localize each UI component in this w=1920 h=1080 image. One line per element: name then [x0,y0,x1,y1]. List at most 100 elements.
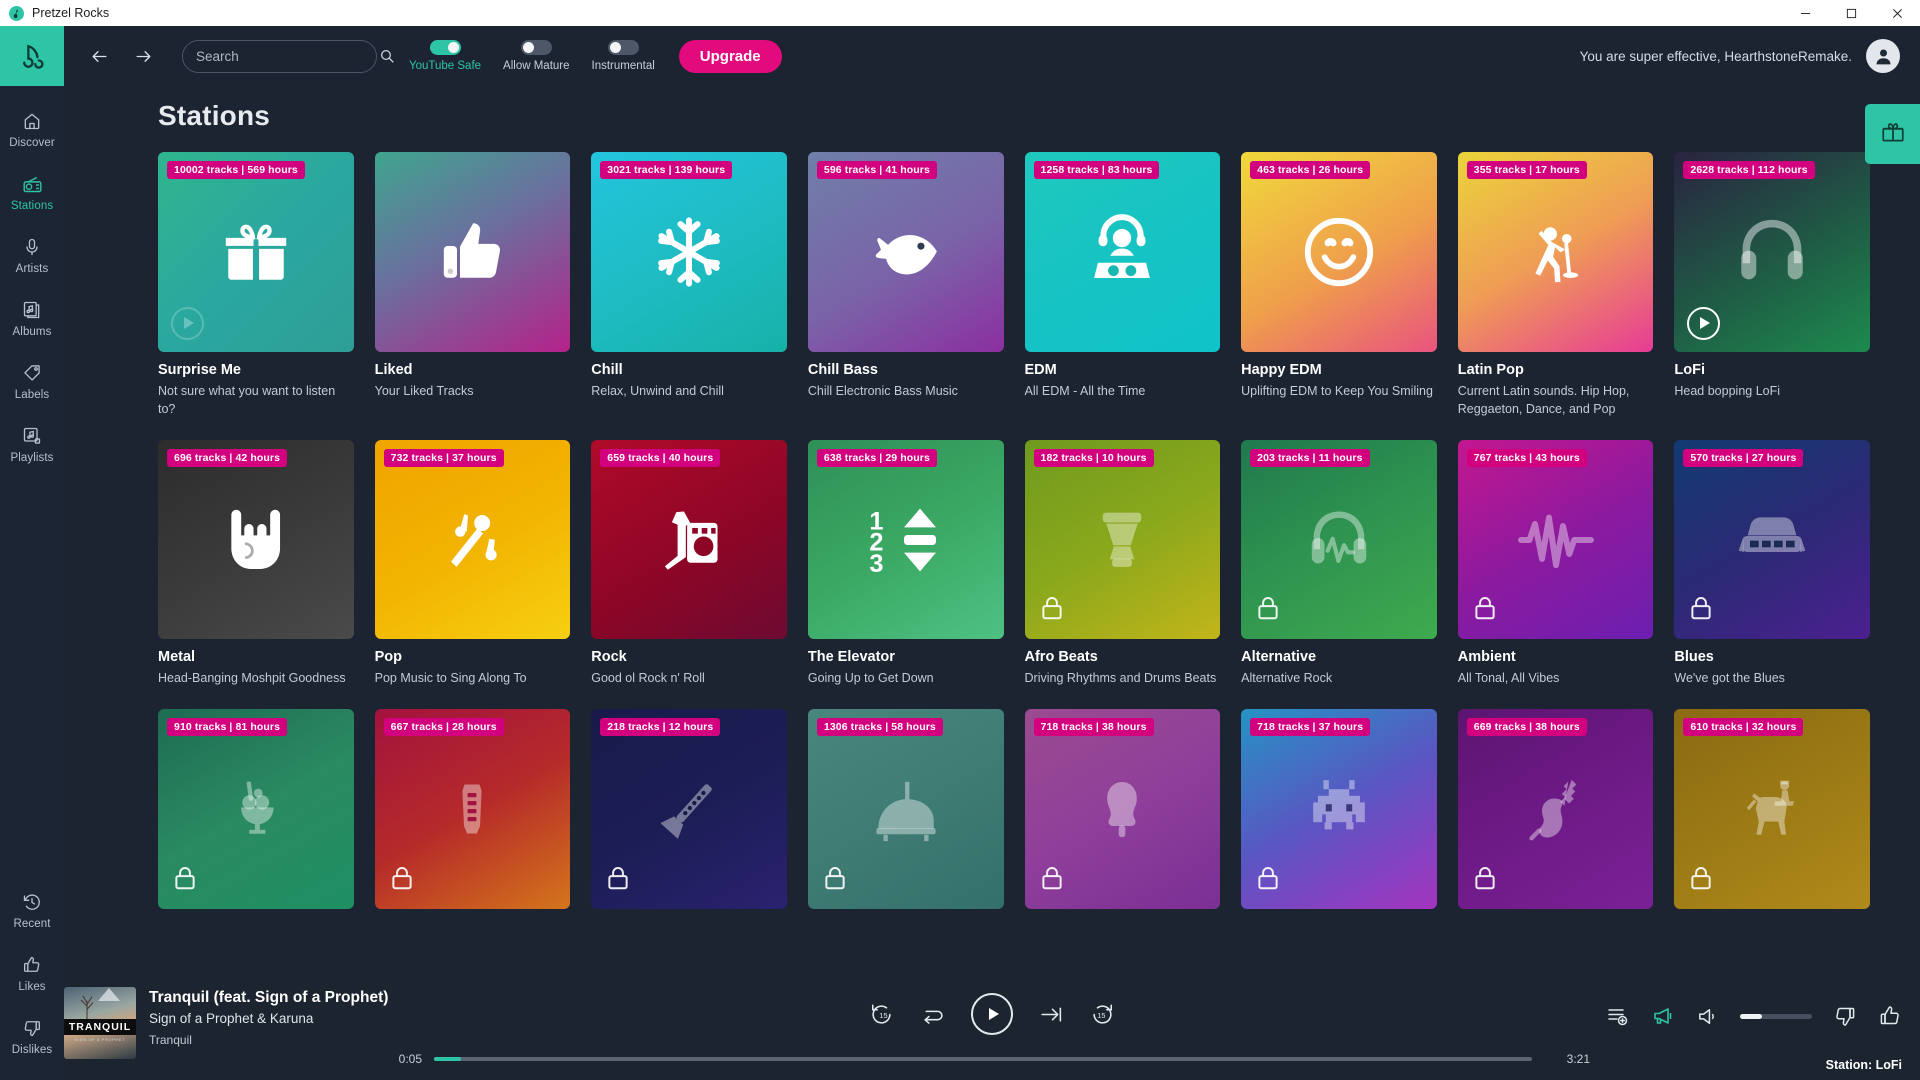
station-card[interactable]: 1258 tracks | 83 hours EDM All EDM - All t… [1024,152,1221,418]
station-card[interactable]: 3021 tracks | 139 hours Chill Relax, Unwin… [591,152,787,418]
avatar[interactable] [1866,39,1900,73]
station-card[interactable]: 2628 tracks | 112 hours LoFi Head bopping … [1674,152,1870,418]
station-card[interactable]: 10002 tracks | 569 hours Surprise Me Not s… [158,152,354,418]
station-thumbnail[interactable]: 218 tracks | 12 hours [591,709,787,909]
progress-bar[interactable] [434,1057,1532,1061]
station-thumbnail[interactable]: 1258 tracks | 83 hours [1024,152,1221,352]
thumbs-up-icon[interactable] [1878,1004,1902,1028]
station-thumbnail[interactable]: 596 tracks | 41 hours [807,152,1004,352]
station-thumbnail[interactable]: 718 tracks | 38 hours [1024,709,1221,909]
volume-icon[interactable] [1696,1005,1719,1028]
minimize-button[interactable] [1782,0,1828,26]
sidebar-item-albums[interactable]: Albums [0,289,64,346]
station-card[interactable]: Liked Your Liked Tracks [374,152,571,418]
station-play-button[interactable] [1687,306,1721,340]
station-thumbnail[interactable]: 910 tracks | 81 hours [158,709,354,909]
station-card[interactable]: 218 tracks | 12 hours [591,709,787,909]
station-card[interactable]: 610 tracks | 32 hours [1674,709,1870,909]
station-thumbnail[interactable]: 570 tracks | 27 hours [1674,439,1870,640]
station-thumbnail[interactable]: 203 tracks | 11 hours [1241,439,1437,640]
station-subtitle: Alternative Rock [1241,671,1333,686]
toggle-instrumental[interactable]: Instrumental [592,40,655,72]
back-button[interactable] [86,43,112,69]
station-thumbnail[interactable]: 767 tracks | 43 hours [1457,439,1654,640]
station-card[interactable]: 667 tracks | 28 hours [374,709,571,909]
upgrade-button[interactable]: Upgrade [678,39,782,73]
sidebar-item-artists[interactable]: Artists [0,226,64,283]
station-card[interactable]: 696 tracks | 42 hours Metal Head-Banging M… [158,439,354,688]
station-thumbnail[interactable]: 355 tracks | 17 hours [1457,152,1654,352]
maximize-button[interactable] [1828,0,1874,26]
toggle-switch[interactable] [520,40,552,55]
station-thumbnail[interactable]: 659 tracks | 40 hours [591,439,787,640]
repeat-icon[interactable] [920,1002,945,1027]
sidebar-item-labels[interactable]: Labels [0,352,64,409]
play-button[interactable] [971,993,1013,1035]
megaphone-icon[interactable] [1651,1004,1675,1028]
station-card[interactable]: 1306 tracks | 58 hours [807,709,1004,909]
station-thumbnail[interactable]: 696 tracks | 42 hours [158,439,354,640]
station-thumbnail[interactable]: 638 tracks | 29 hours 1 2 3 [807,439,1004,640]
station-card[interactable]: 203 tracks | 11 hours Alternative Alternat… [1241,439,1437,688]
station-thumbnail[interactable]: 732 tracks | 37 hours [374,439,571,640]
sidebar-item-playlists[interactable]: Playlists [0,415,64,472]
sidebar-item-recent[interactable]: Recent [0,881,64,938]
station-thumbnail[interactable]: 610 tracks | 32 hours [1674,709,1870,909]
forward-15-icon[interactable]: 15 [1090,1002,1115,1027]
station-card[interactable]: 596 tracks | 41 hours Chill Bass Chill Ele… [807,152,1004,418]
toggle-switch[interactable] [607,40,639,55]
rewind-15-icon[interactable]: 15 [869,1002,894,1027]
station-thumbnail[interactable]: 669 tracks | 38 hours [1457,709,1654,909]
station-card[interactable]: 669 tracks | 38 hours [1457,709,1654,909]
forward-button[interactable] [130,43,156,69]
sidebar-item-dislikes[interactable]: Dislikes [0,1007,64,1064]
lock-icon [1254,594,1282,627]
svg-text:3: 3 [869,550,883,578]
station-thumbnail[interactable]: 463 tracks | 26 hours [1241,152,1437,352]
radio-icon [22,172,43,196]
station-card[interactable]: 659 tracks | 40 hours Rock Good ol Rock n'… [591,439,787,688]
volume-slider[interactable] [1740,1013,1812,1019]
add-to-queue-icon[interactable] [1606,1004,1630,1028]
station-thumbnail[interactable]: 3021 tracks | 139 hours [591,152,787,352]
station-card[interactable]: 182 tracks | 10 hours Afro Beats Driving R… [1024,439,1221,688]
toggle-allow-mature[interactable]: Allow Mature [503,40,570,72]
search-input[interactable] [196,48,373,64]
sidebar-item-likes[interactable]: Likes [0,944,64,1001]
window-controls [1782,0,1920,26]
track-count-badge: 570 tracks | 27 hours [1683,448,1804,467]
station-card[interactable]: 355 tracks | 17 hours Latin Pop Current La… [1457,152,1654,418]
sidebar-item-discover[interactable]: Discover [0,100,64,157]
snowflake-icon [651,214,727,290]
skip-next-icon[interactable] [1039,1002,1064,1027]
station-card[interactable]: 767 tracks | 43 hours Ambient All Tonal, A… [1457,439,1654,688]
station-play-button[interactable] [171,306,204,340]
toggle-youtube-safe[interactable]: YouTube Safe [409,40,481,72]
elapsed-time: 0:05 [398,1052,422,1066]
station-thumbnail[interactable]: 718 tracks | 37 hours [1241,709,1437,909]
station-thumbnail[interactable]: 2628 tracks | 112 hours [1674,152,1870,352]
station-card[interactable]: 732 tracks | 37 hours Pop Pop Music to Sin… [374,439,571,688]
track-count-badge: 1258 tracks | 83 hours [1033,161,1160,179]
toggle-switch[interactable] [429,40,461,55]
headphone-pulse-icon [1301,502,1377,578]
station-card[interactable]: 638 tracks | 29 hours 1 2 3 The Elevator Goin… [807,439,1004,688]
station-card[interactable]: 718 tracks | 38 hours [1024,709,1221,909]
track-count-badge: 718 tracks | 38 hours [1033,718,1154,737]
close-button[interactable] [1874,0,1920,26]
station-thumbnail[interactable]: 10002 tracks | 569 hours [158,152,354,352]
search-box[interactable] [182,39,394,73]
sidebar-item-stations[interactable]: Stations [0,163,64,220]
station-thumbnail[interactable]: 182 tracks | 10 hours [1024,439,1221,640]
gift-tab-button[interactable] [1865,104,1920,164]
play-icon [184,317,194,330]
station-card[interactable]: 718 tracks | 37 hours [1241,709,1437,909]
station-card[interactable]: 463 tracks | 26 hours Happy EDM Uplifting … [1241,152,1437,418]
thumbs-down-icon[interactable] [1833,1004,1857,1028]
station-thumbnail[interactable]: 667 tracks | 28 hours [374,709,571,909]
station-thumbnail[interactable] [374,152,571,352]
station-card[interactable]: 910 tracks | 81 hours [158,709,354,909]
station-thumbnail[interactable]: 1306 tracks | 58 hours [807,709,1004,909]
station-card[interactable]: 570 tracks | 27 hours Blues We've got the … [1674,439,1870,688]
pretzel-logo-icon[interactable] [0,26,64,86]
